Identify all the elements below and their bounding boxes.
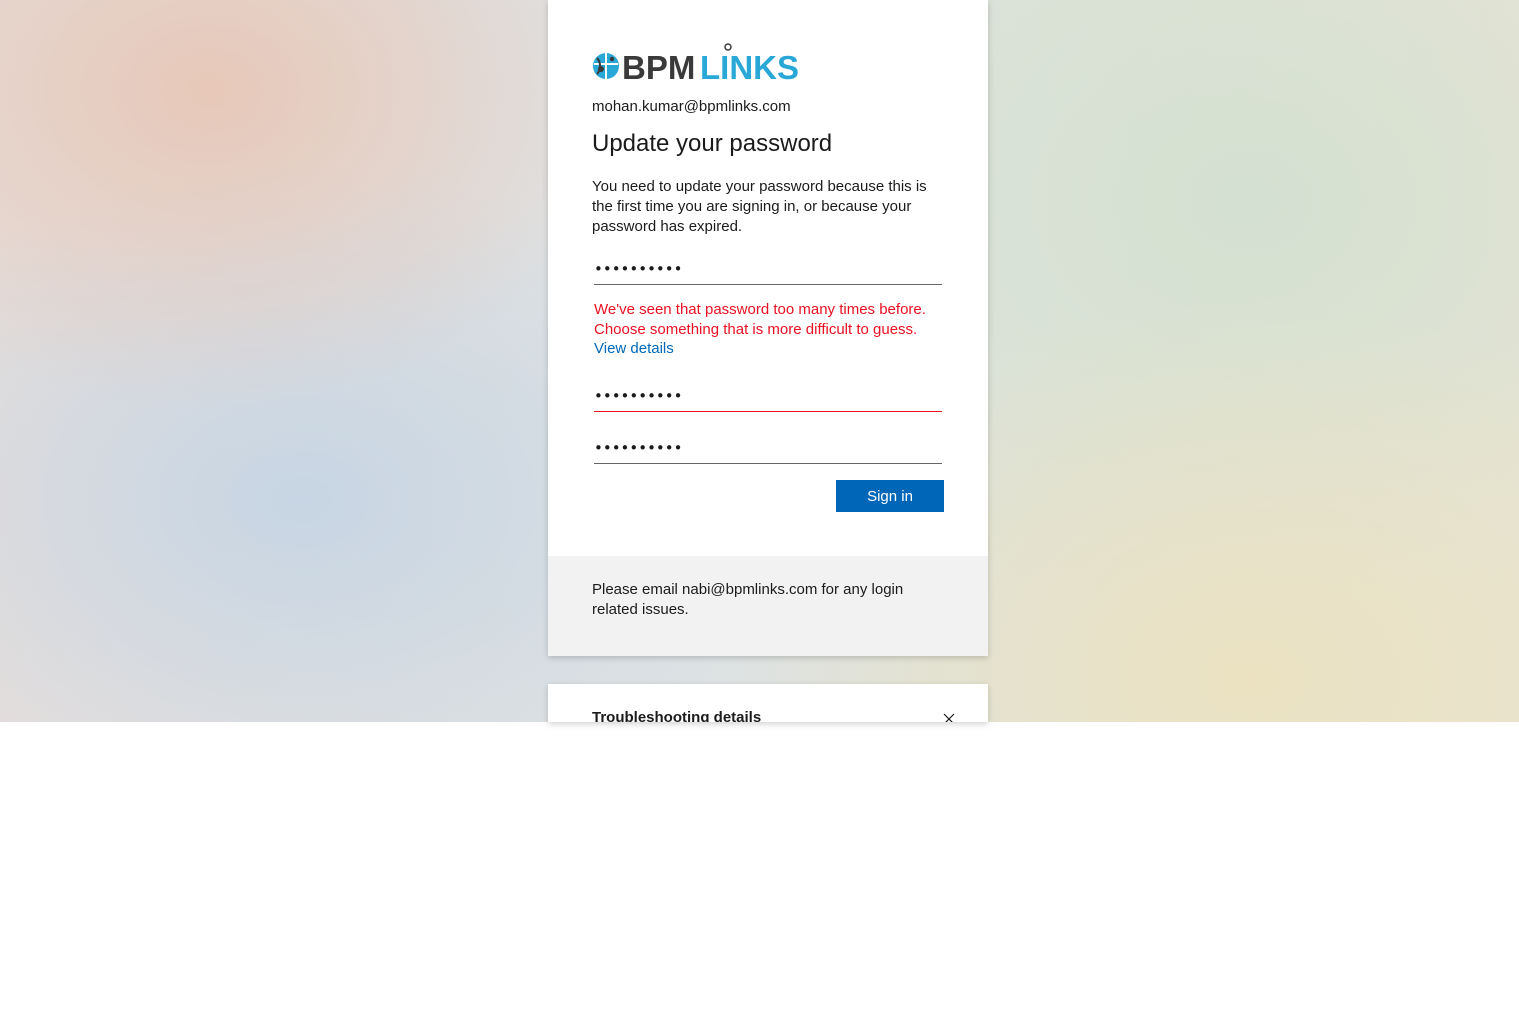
close-icon[interactable] (942, 712, 956, 722)
sign-in-card: BPM LINKS mohan.kumar@bpmlinks.com Updat… (548, 0, 988, 656)
sign-in-button[interactable]: Sign in (836, 480, 944, 512)
troubleshooting-panel: Troubleshooting details (548, 684, 988, 722)
logo-text-links: LINKS (700, 49, 799, 84)
help-footer: Please email nabi@bpmlinks.com for any l… (548, 556, 988, 656)
confirm-password-field[interactable] (594, 433, 942, 464)
page-description: You need to update your password because… (592, 178, 927, 235)
password-error-message: We've seen that password too many times … (594, 301, 926, 338)
account-email: mohan.kumar@bpmlinks.com (592, 98, 791, 115)
logo-text-bpm: BPM (622, 49, 695, 84)
current-password-field[interactable] (594, 254, 942, 285)
help-text: Please email nabi@bpmlinks.com for any l… (592, 581, 904, 618)
troubleshooting-title: Troubleshooting details (592, 709, 762, 722)
bpmlinks-logo: BPM LINKS (593, 43, 799, 84)
view-details-link[interactable]: View details (594, 340, 674, 357)
page-title: Update your password (592, 130, 833, 157)
new-password-field[interactable] (594, 381, 942, 412)
